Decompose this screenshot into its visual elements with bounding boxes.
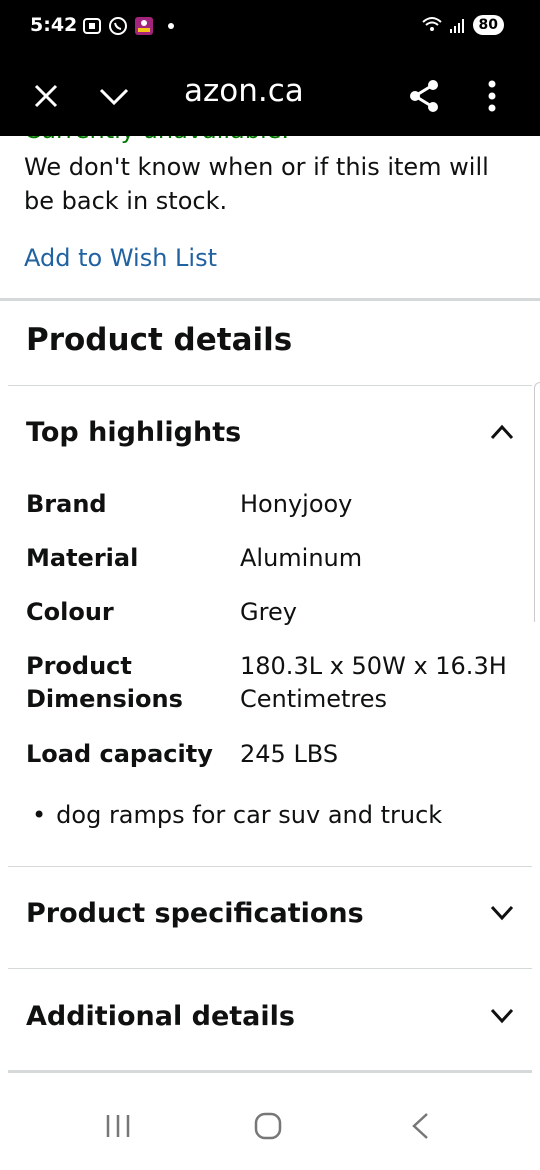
product-specifications-title: Product specifications [26, 898, 364, 929]
url-text[interactable]: azon.ca [184, 73, 304, 109]
navigation-bar [0, 1076, 540, 1170]
highlight-value: 180.3L x 50W x 16.3H Centimetres [240, 652, 507, 713]
chevron-down-icon [490, 905, 514, 921]
top-highlights-title: Top highlights [26, 417, 242, 448]
highlight-key: Material [26, 544, 139, 572]
highlight-value: Aluminum [240, 544, 363, 572]
highlight-value: Grey [240, 598, 297, 626]
add-to-wish-list-link[interactable]: Add to Wish List [24, 244, 217, 272]
whatsapp-icon [109, 17, 127, 35]
chevron-down-icon [490, 1008, 514, 1024]
status-time: 5:42 [30, 14, 78, 36]
more-options-button[interactable] [468, 72, 516, 120]
wifi-icon [421, 17, 442, 31]
stock-message: We don't know when or if this item will … [24, 153, 489, 215]
notification-icons [82, 16, 174, 36]
highlight-key: Product Dimensions [26, 652, 183, 713]
product-details-title: Product details [26, 322, 293, 358]
back-button[interactable] [400, 1106, 440, 1146]
section-divider [0, 298, 540, 301]
notification-dot [168, 23, 174, 29]
divider [8, 1070, 532, 1073]
home-icon [254, 1112, 282, 1140]
system-icons: 80 [421, 15, 504, 35]
recent-apps-icon [106, 1115, 130, 1137]
highlight-key: Brand [26, 490, 107, 518]
battery-indicator: 80 [472, 15, 504, 35]
page-content: Currently unavailable. We don't know whe… [0, 136, 540, 1076]
close-icon [34, 84, 58, 108]
scrollbar-edge[interactable] [534, 382, 540, 622]
back-icon [412, 1113, 428, 1139]
slots-app-icon [135, 17, 153, 35]
chevron-up-icon [490, 424, 514, 440]
status-bar: 5:42 80 [0, 0, 540, 56]
additional-details-title: Additional details [26, 1001, 295, 1032]
highlight-bullet: dog ramps for car suv and truck [32, 801, 442, 829]
divider [8, 866, 532, 867]
highlight-key: Load capacity [26, 740, 213, 768]
close-tab-button[interactable] [22, 72, 70, 120]
highlight-value: 245 LBS [240, 740, 339, 768]
screen-record-icon [83, 18, 101, 34]
share-icon [410, 80, 438, 112]
minimize-button[interactable] [90, 72, 138, 120]
recent-apps-button[interactable] [98, 1106, 138, 1146]
home-button[interactable] [248, 1106, 288, 1146]
availability-status: Currently unavailable. [24, 136, 289, 144]
share-button[interactable] [400, 72, 448, 120]
divider [8, 385, 532, 386]
more-vertical-icon [488, 80, 496, 112]
browser-toolbar: azon.ca [0, 56, 540, 136]
signal-icon [449, 19, 464, 33]
highlight-key: Colour [26, 598, 114, 626]
chevron-down-icon [99, 88, 129, 106]
highlight-value: Honyjooy [240, 490, 353, 518]
divider [8, 968, 532, 969]
